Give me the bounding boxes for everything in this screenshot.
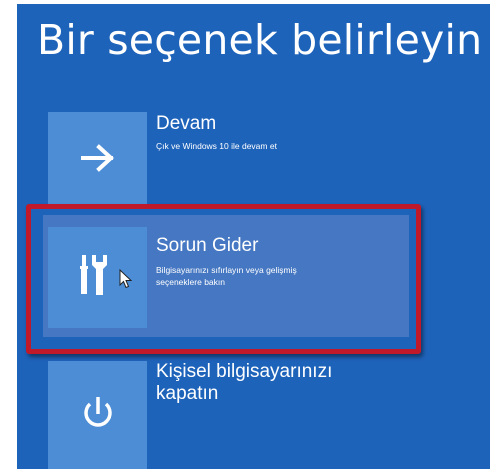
description-line: seçeneklere bakın (156, 277, 225, 287)
description-line: Bilgisayarınızı sıfırlayın veya gelişmiş (156, 265, 297, 275)
continue-option[interactable]: Devam Çık ve Windows 10 ile devam et (17, 112, 490, 210)
troubleshoot-tile[interactable] (48, 227, 147, 328)
continue-tile[interactable] (48, 112, 147, 209)
option-title-line: kapatın (156, 383, 219, 404)
arrow-right-icon (80, 143, 116, 178)
page-title: Bir seçenek belirleyin (37, 16, 483, 64)
shutdown-option[interactable]: Kişisel bilgisayarınızı kapatın (17, 352, 490, 469)
option-description: Bilgisayarınızı sıfırlayın veya gelişmiş… (156, 264, 297, 288)
option-title: Sorun Gider (156, 235, 259, 256)
tools-icon (75, 253, 121, 302)
option-title: Devam (156, 113, 217, 134)
option-title-line: Kişisel bilgisayarınızı (156, 361, 333, 382)
choose-option-screen: Bir seçenek belirleyin Devam Çık ve Wind… (17, 4, 490, 469)
option-description: Çık ve Windows 10 ile devam et (156, 141, 277, 151)
shutdown-tile[interactable] (48, 361, 147, 469)
troubleshoot-option[interactable]: Sorun Gider Bilgisayarınızı sıfırlayın v… (17, 215, 490, 337)
power-icon (80, 394, 116, 437)
